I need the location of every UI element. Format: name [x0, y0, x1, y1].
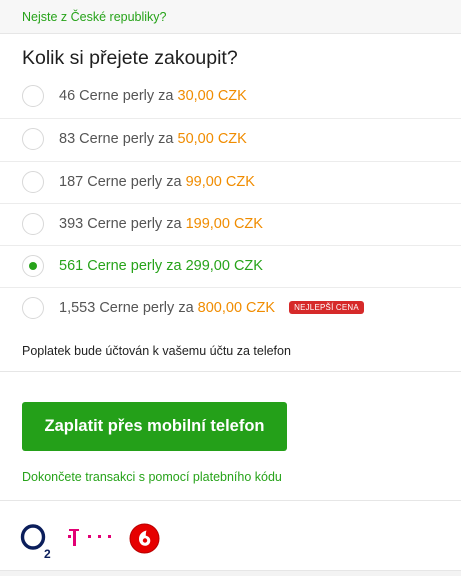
radio-button[interactable] — [22, 128, 44, 151]
package-unit: Cerne perly — [99, 300, 175, 317]
o2-logo-icon: 2 — [20, 524, 51, 560]
package-label: 187 Cerne perly za 99,00 CZK — [59, 174, 255, 190]
package-connector: za — [166, 258, 182, 275]
package-option[interactable]: 187 Cerne perly za 99,00 CZK — [0, 160, 461, 203]
package-amount: 561 — [59, 258, 84, 275]
package-options: 46 Cerne perly za 30,00 CZK 83 Cerne per… — [0, 76, 461, 330]
package-price: 50,00 CZK — [177, 131, 247, 148]
radio-button[interactable] — [22, 85, 44, 107]
package-price: 199,00 CZK — [185, 215, 263, 232]
carrier-logos: 2 — [0, 510, 461, 566]
package-amount: 393 — [59, 215, 84, 232]
wrong-country-link[interactable]: Nejste z České republiky? — [22, 10, 167, 24]
pay-by-phone-button[interactable]: Zaplatit přes mobilní telefon — [22, 402, 287, 451]
package-connector: za — [158, 88, 174, 104]
package-unit: Cerne perly — [87, 173, 163, 190]
radio-button[interactable] — [22, 297, 44, 320]
package-unit: Cerne perly — [79, 88, 155, 104]
pay-button-label: Zaplatit přes mobilní telefon — [44, 417, 265, 435]
payment-code-link[interactable]: Dokončete transakci s pomocí platebního … — [22, 470, 282, 484]
footer-strip — [0, 570, 461, 576]
divider — [0, 500, 461, 501]
package-label: 83 Cerne perly za 50,00 CZK — [59, 131, 247, 147]
radio-button-checked[interactable] — [22, 255, 44, 278]
package-option-selected[interactable]: 561 Cerne perly za 299,00 CZK — [0, 245, 461, 287]
package-unit: Cerne perly — [79, 131, 155, 148]
radio-button[interactable] — [22, 170, 44, 193]
package-option[interactable]: 1,553 Cerne perly za 800,00 CZK NEJLEPŠÍ… — [0, 287, 461, 329]
package-option[interactable]: 393 Cerne perly za 199,00 CZK — [0, 202, 461, 245]
package-option[interactable]: 46 Cerne perly za 30,00 CZK — [0, 76, 461, 118]
svg-text:2: 2 — [44, 547, 51, 560]
divider — [0, 371, 461, 372]
package-label: 46 Cerne perly za 30,00 CZK — [59, 88, 247, 104]
best-price-badge: NEJLEPŠÍ CENA — [289, 301, 364, 315]
package-amount: 83 — [59, 131, 76, 148]
package-amount: 1,553 — [59, 300, 96, 317]
package-price: 800,00 CZK — [197, 300, 276, 317]
package-amount: 46 — [59, 88, 76, 104]
package-amount: 187 — [59, 173, 84, 190]
package-price: 99,00 CZK — [185, 173, 255, 190]
page-title: Kolik si přejete zakoupit? — [22, 47, 238, 69]
billing-note: Poplatek bude účtován k vašemu účtu za t… — [22, 344, 291, 358]
package-unit: Cerne perly — [87, 258, 163, 275]
package-option[interactable]: 83 Cerne perly za 50,00 CZK — [0, 118, 461, 160]
package-price: 299,00 CZK — [185, 258, 263, 275]
package-label: 393 Cerne perly za 199,00 CZK — [59, 216, 263, 232]
package-price: 30,00 CZK — [177, 88, 247, 104]
package-connector: za — [166, 173, 182, 190]
package-label: 561 Cerne perly za 299,00 CZK — [59, 258, 263, 274]
telekom-logo-icon — [68, 529, 111, 546]
vodafone-logo-icon — [129, 523, 160, 554]
package-label: 1,553 Cerne perly za 800,00 CZK NEJLEPŠÍ… — [59, 300, 364, 316]
package-connector: za — [158, 131, 174, 148]
package-unit: Cerne perly — [87, 215, 163, 232]
radio-button[interactable] — [22, 212, 44, 235]
package-connector: za — [166, 215, 182, 232]
country-bar: Nejste z České republiky? — [0, 0, 461, 34]
package-connector: za — [178, 300, 194, 317]
